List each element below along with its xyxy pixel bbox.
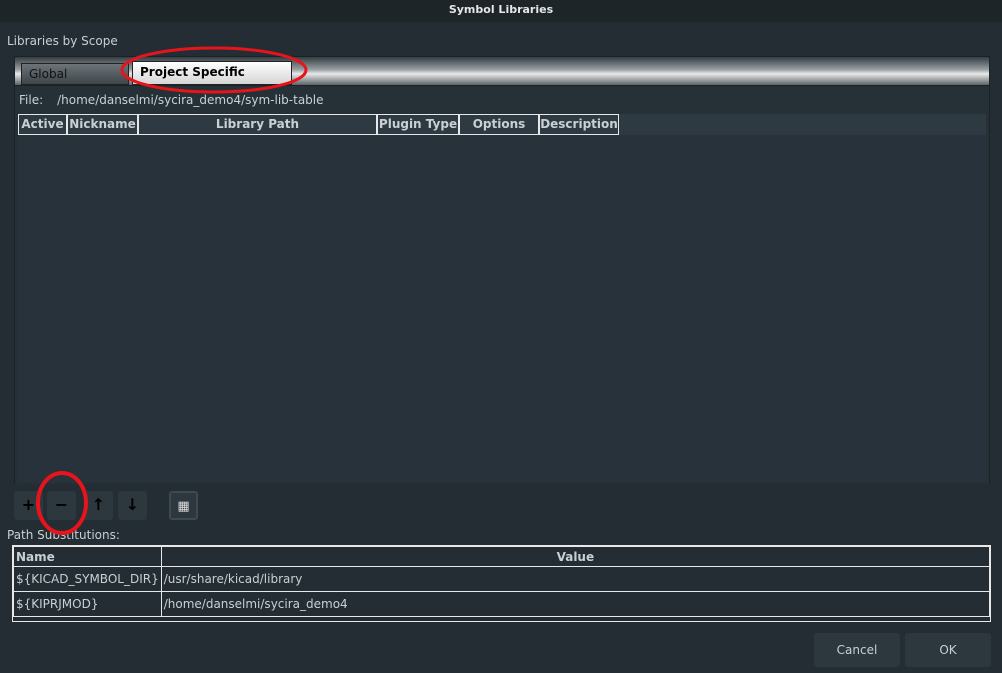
col-nickname[interactable]: Nickname bbox=[67, 114, 138, 135]
substitution-name[interactable]: ${KIPRJMOD} bbox=[13, 591, 162, 617]
cancel-button[interactable]: Cancel bbox=[814, 633, 900, 667]
col-library-path[interactable]: Library Path bbox=[138, 114, 377, 135]
window-title: Symbol Libraries bbox=[0, 0, 1002, 22]
library-table[interactable]: Active Nickname Library Path Plugin Type… bbox=[18, 114, 986, 482]
col-active[interactable]: Active bbox=[18, 114, 67, 135]
path-substitutions-table[interactable]: Name Value ${KICAD_SYMBOL_DIR} /usr/shar… bbox=[12, 545, 991, 622]
scope-group-label: Libraries by Scope bbox=[7, 34, 118, 48]
remove-library-button[interactable]: − bbox=[47, 491, 76, 520]
table-row[interactable]: ${KICAD_SYMBOL_DIR} /usr/share/kicad/lib… bbox=[13, 566, 991, 592]
scope-tabbar: Global Libraries Project Specific Librar… bbox=[14, 56, 990, 101]
substitution-name[interactable]: ${KICAD_SYMBOL_DIR} bbox=[13, 566, 162, 592]
browse-libraries-icon: ▦ bbox=[177, 499, 190, 514]
file-label: File: bbox=[19, 93, 44, 107]
table-row[interactable]: ${KIPRJMOD} /home/danselmi/sycira_demo4 bbox=[13, 591, 991, 617]
add-library-button[interactable]: + bbox=[14, 491, 43, 520]
path-substitutions-label: Path Substitutions: bbox=[7, 528, 120, 542]
tab-global-libraries[interactable]: Global Libraries bbox=[21, 63, 129, 101]
col-plugin-type[interactable]: Plugin Type bbox=[377, 114, 459, 135]
col-description[interactable]: Description bbox=[539, 114, 619, 135]
file-path-row: File: /home/danselmi/sycira_demo4/sym-lib… bbox=[19, 93, 338, 107]
tab-project-specific-libraries[interactable]: Project Specific Libraries bbox=[132, 61, 292, 99]
col-value: Value bbox=[160, 546, 991, 567]
add-icon: + bbox=[21, 495, 36, 514]
move-down-button[interactable]: ↓ bbox=[118, 491, 147, 520]
file-path: /home/danselmi/sycira_demo4/sym-lib-tabl… bbox=[57, 93, 324, 107]
col-name: Name bbox=[13, 546, 162, 567]
ok-button[interactable]: OK bbox=[905, 633, 991, 667]
remove-icon: − bbox=[54, 495, 69, 514]
substitution-value[interactable]: /usr/share/kicad/library bbox=[160, 566, 991, 592]
substitution-value[interactable]: /home/danselmi/sycira_demo4 bbox=[160, 591, 991, 617]
move-up-icon: ↑ bbox=[91, 495, 106, 514]
path-substitutions-header: Name Value bbox=[13, 546, 991, 567]
move-down-icon: ↓ bbox=[125, 495, 140, 514]
col-options[interactable]: Options bbox=[459, 114, 539, 135]
library-table-header: Active Nickname Library Path Plugin Type… bbox=[18, 114, 986, 135]
move-up-button[interactable]: ↑ bbox=[84, 491, 113, 520]
browse-libraries-button[interactable]: ▦ bbox=[169, 491, 198, 520]
